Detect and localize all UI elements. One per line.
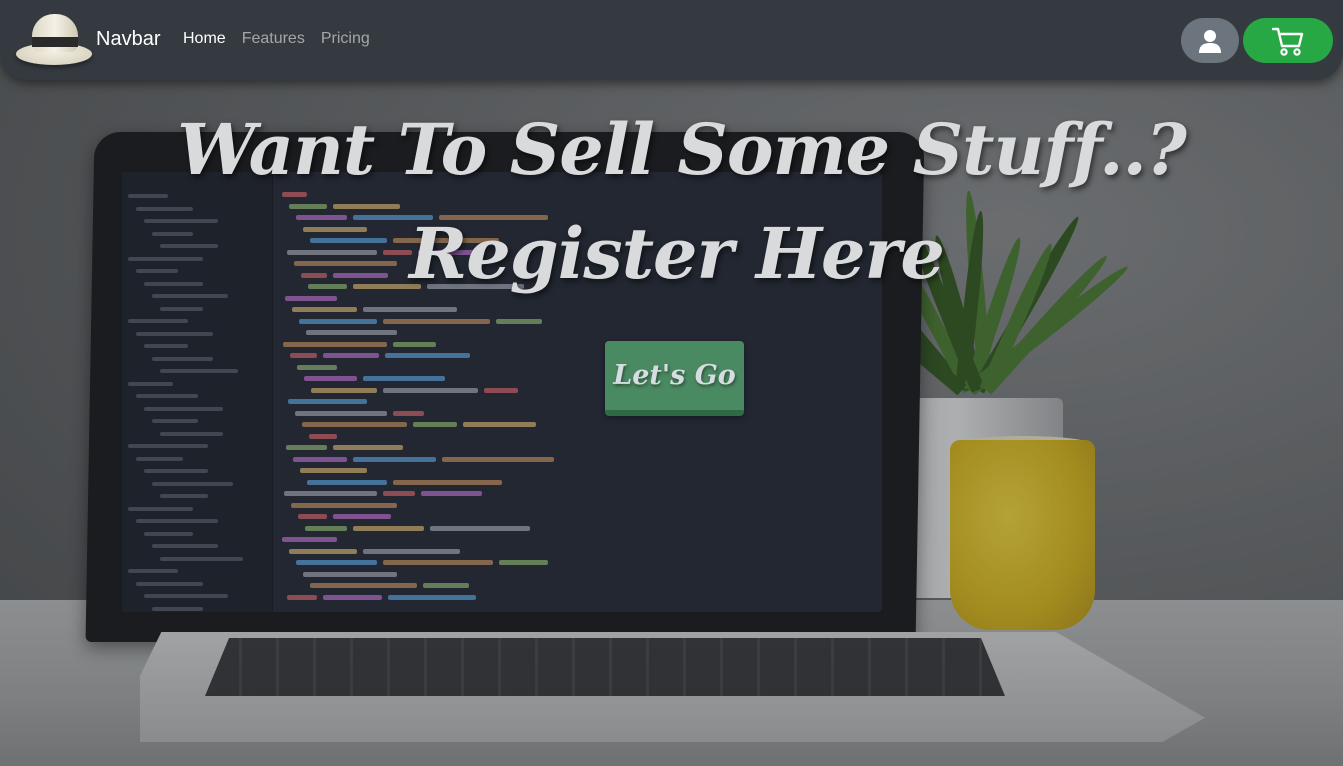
navbar-brand[interactable]: Navbar <box>14 10 160 68</box>
nav-link-features[interactable]: Features <box>242 30 305 48</box>
user-icon <box>1199 29 1221 53</box>
cart-icon <box>1272 27 1304 56</box>
brand-name: Navbar <box>96 27 161 50</box>
nav-link-pricing[interactable]: Pricing <box>321 30 370 48</box>
user-button[interactable] <box>1181 18 1239 63</box>
navbar: Navbar Home Features Pricing <box>0 0 1343 80</box>
hat-logo-icon <box>14 10 94 68</box>
nav-links: Home Features Pricing <box>183 30 370 48</box>
cart-button[interactable] <box>1243 18 1333 63</box>
hero-heading-line2: Register Here <box>409 212 945 295</box>
hero-heading-line1: Want To Sell Some Stuff..? <box>177 108 1187 191</box>
lets-go-button[interactable]: Let's Go <box>605 341 744 416</box>
nav-link-home[interactable]: Home <box>183 30 226 48</box>
